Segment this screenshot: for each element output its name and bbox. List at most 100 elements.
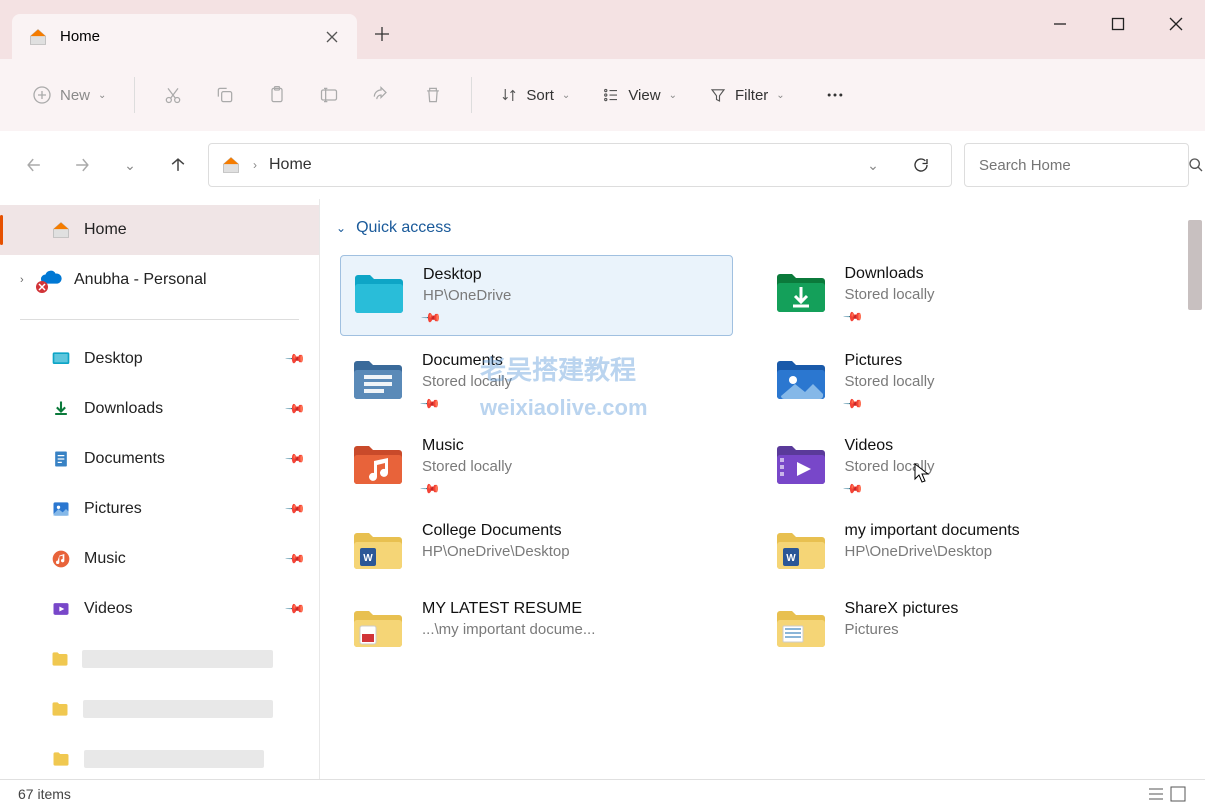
item-location: Stored locally [845, 286, 1146, 303]
sidebar-home[interactable]: Home [0, 205, 319, 255]
documents-folder-icon [350, 350, 406, 406]
delete-button[interactable] [411, 73, 455, 117]
music-icon [50, 548, 72, 570]
svg-text:W: W [363, 553, 373, 564]
item-name: Documents [422, 352, 723, 370]
sidebar-item-desktop[interactable]: Desktop📌 [0, 334, 319, 384]
copy-button[interactable] [203, 73, 247, 117]
item-name: ShareX pictures [845, 600, 1146, 618]
pin-icon: 📌 [284, 398, 307, 421]
paste-button[interactable] [255, 73, 299, 117]
new-tab-button[interactable] [357, 9, 407, 59]
grid-item[interactable]: Videos Stored locally 📌 [763, 427, 1156, 506]
content-area: ⌄ Quick access DesktopHP\OneDrive📌 Downlo… [320, 199, 1205, 779]
grid-item[interactable]: ShareX pictures Pictures [763, 590, 1156, 662]
filter-button[interactable]: Filter ⌄ [697, 73, 797, 117]
grid-item[interactable]: Wmy important documentsHP\OneDrive\Deskt… [763, 512, 1156, 584]
tab-home[interactable]: Home [12, 14, 357, 59]
pin-icon: 📌 [420, 307, 443, 330]
pin-icon: 📌 [284, 548, 307, 571]
grid-item[interactable]: Downloads Stored locally 📌 [763, 255, 1156, 336]
section-quick-access[interactable]: ⌄ Quick access [336, 219, 1195, 237]
address-dropdown-button[interactable]: ⌄ [855, 147, 891, 183]
details-view-button[interactable] [1147, 785, 1165, 803]
navbar: ⌄ › Home ⌄ [0, 131, 1205, 199]
grid-item[interactable]: MY LATEST RESUME ...\my important docume.… [340, 590, 733, 662]
item-location: Stored locally [845, 373, 1146, 390]
breadcrumb-current[interactable]: Home [269, 156, 312, 174]
view-button[interactable]: View ⌄ [590, 73, 689, 117]
pin-icon: 📌 [284, 598, 307, 621]
downloads-folder-icon [773, 263, 829, 319]
collapse-icon: ⌄ [336, 221, 346, 235]
music-folder-icon [350, 435, 406, 491]
up-button[interactable] [160, 147, 196, 183]
sidebar-folder[interactable] [0, 734, 319, 779]
sidebar-folder[interactable] [0, 684, 319, 734]
item-location: Stored locally [422, 373, 723, 390]
sidebar-item-music[interactable]: Music📌 [0, 534, 319, 584]
sidebar-folder[interactable] [0, 634, 319, 684]
downloads-icon [50, 398, 72, 420]
close-tab-button[interactable] [317, 22, 347, 52]
item-location: Stored locally [422, 458, 723, 475]
sidebar-item-documents[interactable]: Documents📌 [0, 434, 319, 484]
item-name: Downloads [845, 265, 1146, 283]
back-button[interactable] [16, 147, 52, 183]
grid-item[interactable]: DesktopHP\OneDrive📌 [340, 255, 733, 336]
search-box[interactable] [964, 143, 1189, 187]
pin-icon: 📌 [841, 393, 864, 416]
sidebar-item-pictures[interactable]: Pictures📌 [0, 484, 319, 534]
maximize-button[interactable] [1089, 0, 1147, 48]
forward-button[interactable] [64, 147, 100, 183]
address-bar[interactable]: › Home ⌄ [208, 143, 952, 187]
home-icon [221, 155, 241, 175]
sidebar-item-videos[interactable]: Videos📌 [0, 584, 319, 634]
grid-item[interactable]: MusicStored locally📌 [340, 427, 733, 506]
items-grid: DesktopHP\OneDrive📌 Downloads Stored local… [330, 255, 1195, 662]
search-icon [1188, 157, 1204, 173]
search-input[interactable] [979, 157, 1178, 174]
item-location: Stored locally [845, 458, 1146, 475]
pictures-folder-icon [773, 350, 829, 406]
share-button[interactable] [359, 73, 403, 117]
item-name: MY LATEST RESUME [422, 600, 723, 618]
pin-icon: 📌 [841, 306, 864, 329]
item-name: College Documents [422, 522, 723, 540]
grid-item[interactable]: WCollege DocumentsHP\OneDrive\Desktop [340, 512, 733, 584]
thumbnails-view-button[interactable] [1169, 785, 1187, 803]
recent-button[interactable]: ⌄ [112, 147, 148, 183]
img-folder-icon [773, 598, 829, 654]
sidebar-item-downloads[interactable]: Downloads📌 [0, 384, 319, 434]
rename-button[interactable] [307, 73, 351, 117]
status-bar: 67 items [0, 779, 1205, 807]
chevron-down-icon: ⌄ [776, 90, 784, 101]
refresh-button[interactable] [903, 147, 939, 183]
pin-icon: 📌 [841, 478, 864, 501]
item-location: HP\OneDrive\Desktop [845, 543, 1146, 560]
onedrive-error-icon [40, 269, 62, 291]
item-count: 67 items [18, 786, 71, 802]
new-button[interactable]: New ⌄ [20, 73, 118, 117]
minimize-button[interactable] [1031, 0, 1089, 48]
item-location: ...\my important docume... [422, 621, 723, 638]
grid-item[interactable]: PicturesStored locally📌 [763, 342, 1156, 421]
sidebar-onedrive[interactable]: › Anubha - Personal [0, 255, 319, 305]
item-location: Pictures [845, 621, 1146, 638]
grid-item[interactable]: DocumentsStored locally📌 [340, 342, 733, 421]
cut-button[interactable] [151, 73, 195, 117]
tab-title: Home [60, 28, 317, 45]
chevron-down-icon: ⌄ [98, 90, 106, 101]
breadcrumb-chevron-icon: › [253, 158, 257, 172]
folder-icon [50, 698, 71, 720]
sort-button[interactable]: Sort ⌄ [488, 73, 582, 117]
close-window-button[interactable] [1147, 0, 1205, 48]
more-button[interactable] [813, 73, 857, 117]
expand-icon[interactable]: › [20, 274, 24, 286]
titlebar: Home [0, 0, 1205, 59]
item-name: Videos [845, 437, 1146, 455]
scrollbar-thumb[interactable] [1188, 220, 1202, 310]
folder-icon [50, 748, 72, 770]
pin-icon: 📌 [284, 498, 307, 521]
folder-icon [50, 648, 70, 670]
